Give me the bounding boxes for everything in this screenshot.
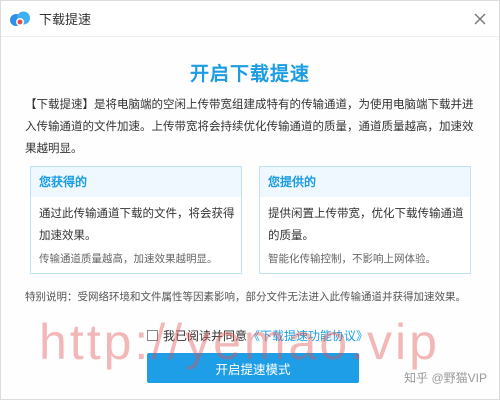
contribution-card-title: 您提供的 [260,167,470,197]
title-bar: 下载提速 [1,1,499,37]
contribution-card-note: 智能化传输控制，不影响上网体验。 [268,253,436,265]
baidu-netdisk-logo-icon [9,8,31,30]
contribution-card-body: 提供闲置上传带宽，优化下载传输通道的质量。 [268,208,464,242]
enable-boost-button[interactable]: 开启提速模式 [147,353,359,383]
page-title: 开启下载提速 [189,64,310,85]
benefit-card-body: 通过此传输通道下载的文件，将会获得加速效果。 [39,208,235,242]
agreement-link[interactable]: 《下载提速功能协议》 [248,327,368,344]
benefit-card-note: 传输通道质量越高，加速效果越明显。 [39,253,218,265]
close-icon[interactable] [471,10,489,28]
agreement-label: 我已阅读并同意 [163,329,248,343]
contribution-card: 您提供的 提供闲置上传带宽，优化下载传输通道的质量。 智能化传输控制，不影响上网… [259,166,471,274]
download-boost-dialog: 下载提速 开启下载提速 【下载提速】是将电脑端的空闲上传带宽组建成特有的传输通道… [0,0,500,400]
agreement-row: 我已阅读并同意 《下载提速功能协议》 [147,327,368,344]
benefit-card-title: 您获得的 [31,167,241,197]
benefit-card: 您获得的 通过此传输通道下载的文件，将会获得加速效果。 传输通道质量越高，加速效… [30,166,242,274]
intro-paragraph: 【下载提速】是将电脑端的空闲上传带宽组建成特有的传输通道，为使用电脑端下载并进入… [25,99,474,155]
special-note: 特别说明：受网络环境和文件属性等因素影响，部分文件无法进入此传输通道并获得加速效… [25,291,466,303]
agreement-checkbox[interactable] [147,330,158,341]
watermark-zhihu: 知乎 @野猫VIP [404,371,487,385]
window-title: 下载提速 [39,12,92,27]
